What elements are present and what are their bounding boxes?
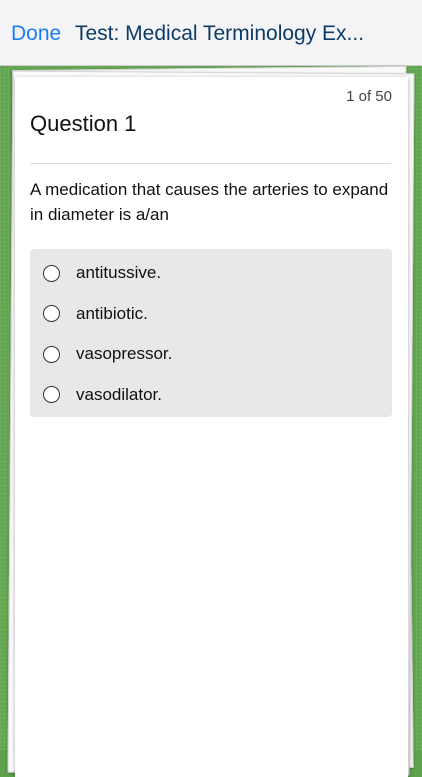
question-card: 1 of 50 Question 1 A medication that cau…	[15, 77, 408, 777]
question-title: Question 1	[30, 111, 137, 136]
answer-option[interactable]: antitussive.	[30, 253, 392, 294]
radio-button-icon[interactable]	[43, 386, 60, 404]
answer-option[interactable]: antibiotic.	[30, 294, 392, 335]
question-counter: 1 of 50	[346, 88, 392, 105]
answer-options: antitussive. antibiotic. vasopressor. va…	[30, 249, 392, 417]
radio-button-icon[interactable]	[43, 264, 60, 282]
answer-option-label: vasodilator.	[76, 384, 162, 404]
answer-option[interactable]: vasodilator.	[30, 375, 392, 416]
answer-option-label: antitussive.	[76, 263, 162, 283]
question-text: A medication that causes the arteries to…	[30, 180, 389, 224]
nav-title: Test: Medical Terminology Ex...	[75, 22, 365, 45]
answer-option[interactable]: vasopressor.	[30, 334, 392, 375]
done-button[interactable]: Done	[11, 22, 61, 46]
answer-option-label: antibiotic.	[76, 303, 148, 323]
divider	[30, 163, 391, 164]
radio-button-icon[interactable]	[43, 305, 60, 323]
navigation-bar: Done Test: Medical Terminology Ex...	[0, 0, 422, 66]
answer-option-label: vasopressor.	[76, 344, 173, 364]
radio-button-icon[interactable]	[43, 345, 60, 363]
